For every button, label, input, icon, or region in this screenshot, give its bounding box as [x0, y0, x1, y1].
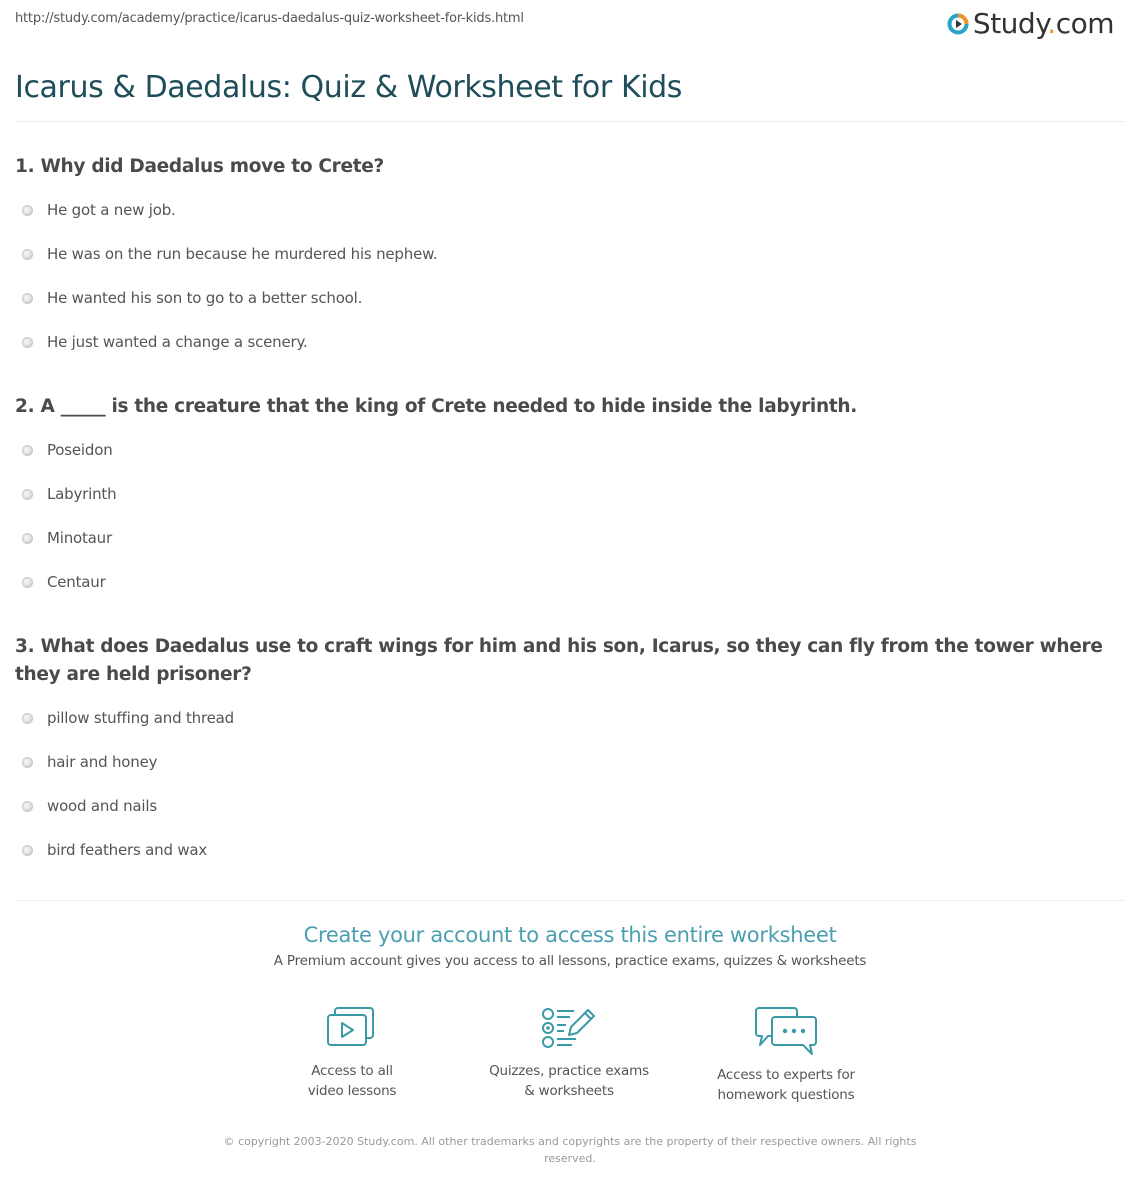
radio-button[interactable]	[22, 756, 33, 768]
option-q2-a[interactable]: Poseidon	[22, 439, 113, 461]
radio-button[interactable]	[22, 204, 33, 216]
radio-button[interactable]	[22, 800, 33, 812]
radio-button[interactable]	[22, 712, 33, 724]
radio-button[interactable]	[22, 488, 33, 500]
logo-text: Study.com	[972, 7, 1115, 40]
radio-button[interactable]	[22, 532, 33, 544]
option-q1-a[interactable]: He got a new job.	[22, 199, 176, 221]
option-label: wood and nails	[47, 797, 157, 815]
question-2: 2. A _____ is the creature that the king…	[15, 396, 857, 417]
question-1: 1. Why did Daedalus move to Crete?	[15, 156, 384, 177]
feature-label-line1: Access to experts for	[717, 1067, 855, 1083]
question-3: 3. What does Daedalus use to craft wings…	[15, 636, 1103, 685]
option-q2-d[interactable]: Centaur	[22, 571, 106, 593]
radio-button[interactable]	[22, 844, 33, 856]
page-title: Icarus & Daedalus: Quiz & Worksheet for …	[15, 70, 683, 105]
feature-video-lessons: Access to all video lessons	[252, 1005, 452, 1101]
option-q3-d[interactable]: bird feathers and wax	[22, 839, 207, 861]
option-q1-d[interactable]: He just wanted a change a scenery.	[22, 331, 308, 353]
feature-quizzes: Quizzes, practice exams & worksheets	[469, 1005, 669, 1101]
feature-label-line2: homework questions	[717, 1087, 855, 1103]
feature-label-line1: Access to all	[311, 1063, 393, 1079]
play-circle-icon	[947, 13, 969, 35]
option-q1-b[interactable]: He was on the run because he murdered hi…	[22, 243, 438, 265]
radio-button[interactable]	[22, 292, 33, 304]
option-label: Minotaur	[47, 529, 112, 547]
option-q3-b[interactable]: hair and honey	[22, 751, 157, 773]
feature-label-line2: & worksheets	[524, 1083, 614, 1099]
copyright-notice: © copyright 2003-2020 Study.com. All oth…	[223, 1135, 917, 1165]
radio-button[interactable]	[22, 576, 33, 588]
option-label: He just wanted a change a scenery.	[47, 333, 308, 351]
section-divider	[15, 900, 1125, 901]
radio-button[interactable]	[22, 336, 33, 348]
option-label: pillow stuffing and thread	[47, 709, 234, 727]
option-label: Labyrinth	[47, 485, 117, 503]
quiz-checklist-icon	[542, 1008, 595, 1048]
radio-button[interactable]	[22, 444, 33, 456]
option-q2-c[interactable]: Minotaur	[22, 527, 112, 549]
option-label: He wanted his son to go to a better scho…	[47, 289, 363, 307]
option-label: hair and honey	[47, 753, 158, 771]
page-url: http://study.com/academy/practice/icarus…	[15, 11, 524, 26]
cta-subtitle: A Premium account gives you access to al…	[273, 953, 867, 969]
option-q3-a[interactable]: pillow stuffing and thread	[22, 707, 234, 729]
option-label: Centaur	[47, 573, 106, 591]
feature-experts: Access to experts for homework questions	[686, 1005, 886, 1105]
option-label: bird feathers and wax	[47, 841, 208, 859]
option-q2-b[interactable]: Labyrinth	[22, 483, 117, 505]
option-label: He was on the run because he murdered hi…	[47, 245, 438, 263]
feature-label-line1: Quizzes, practice exams	[489, 1063, 649, 1079]
study-logo[interactable]: Study.com	[947, 7, 1115, 40]
video-lessons-icon	[327, 1007, 374, 1046]
chat-bubbles-icon	[755, 1007, 817, 1055]
option-label: Poseidon	[47, 441, 113, 459]
option-q3-c[interactable]: wood and nails	[22, 795, 157, 817]
option-q1-c[interactable]: He wanted his son to go to a better scho…	[22, 287, 362, 309]
feature-label-line2: video lessons	[307, 1083, 397, 1099]
title-divider	[15, 121, 1125, 122]
radio-button[interactable]	[22, 248, 33, 260]
cta-title[interactable]: Create your account to access this entir…	[0, 923, 1140, 947]
option-label: He got a new job.	[47, 201, 176, 219]
